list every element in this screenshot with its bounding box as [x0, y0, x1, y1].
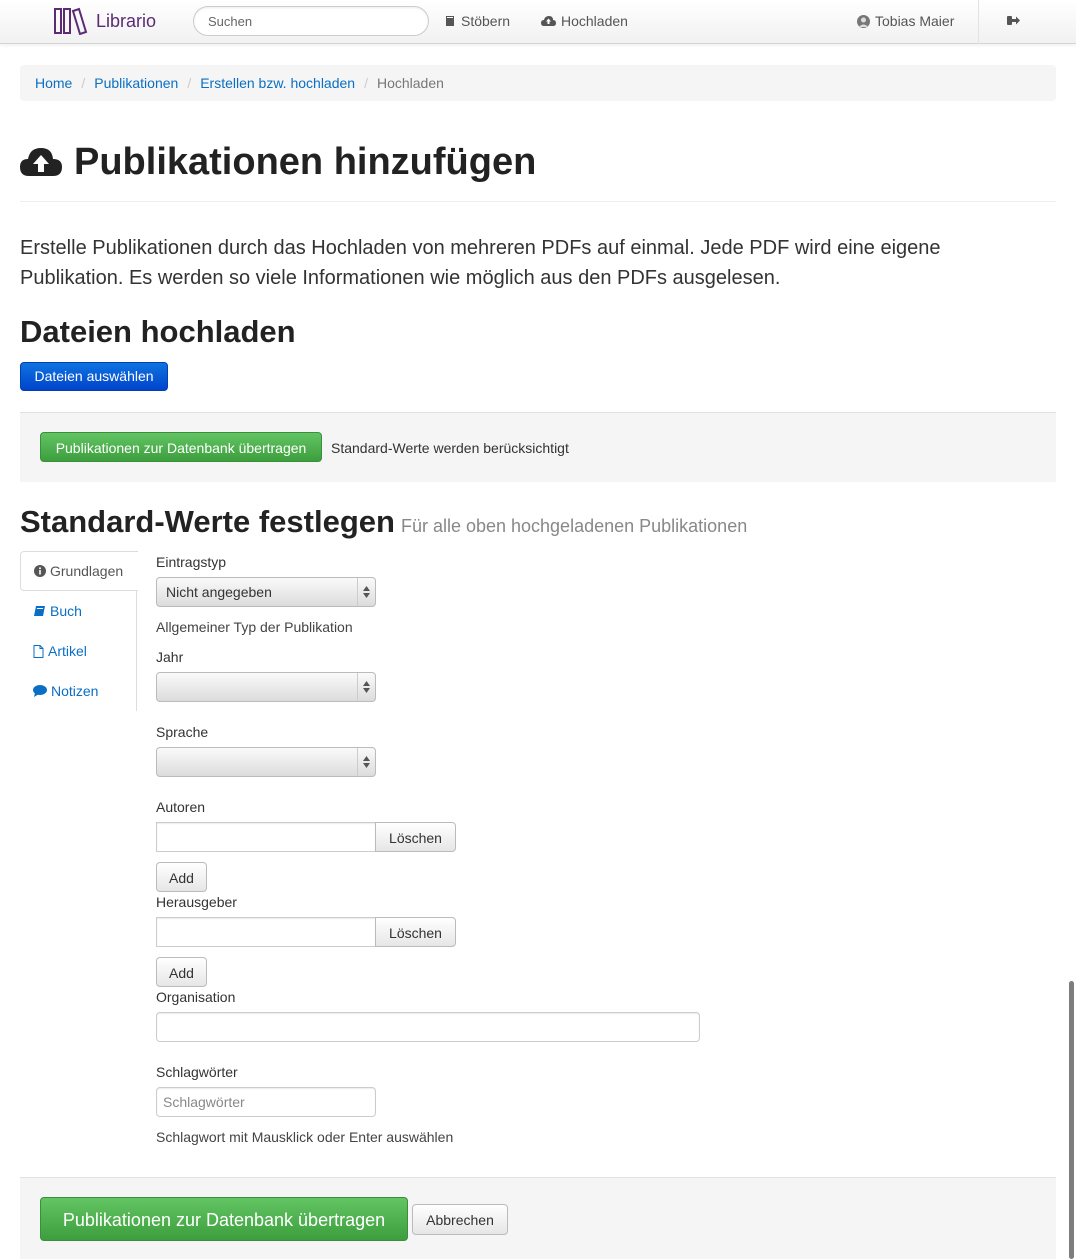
- info-circle-icon: [34, 565, 46, 577]
- entry-type-help: Allgemeiner Typ der Publikation: [156, 619, 353, 635]
- organisation-input[interactable]: [156, 1012, 700, 1042]
- upload-submit-button[interactable]: Publikationen zur Datenbank übertragen: [40, 432, 322, 462]
- language-select[interactable]: [156, 747, 376, 777]
- choose-files-button[interactable]: Dateien auswählen: [20, 362, 168, 391]
- book-icon: [446, 16, 454, 26]
- tab-notizen[interactable]: Notizen: [20, 671, 136, 711]
- authors-add-button[interactable]: Add: [156, 862, 207, 892]
- defaults-tabs: Grundlagen Buch Artikel Notizen: [20, 551, 138, 711]
- select-arrows-icon: [357, 578, 375, 606]
- comment-icon: [33, 685, 47, 697]
- cloud-upload-icon: [541, 16, 556, 26]
- breadcrumb-create[interactable]: Erstellen bzw. hochladen: [200, 75, 355, 91]
- keywords-label: Schlagwörter: [156, 1064, 238, 1080]
- nav-upload-link[interactable]: Hochladen: [541, 13, 628, 29]
- year-select[interactable]: [156, 672, 376, 702]
- breadcrumb-publications[interactable]: Publikationen: [94, 75, 178, 91]
- sign-out-icon: [1007, 16, 1020, 25]
- tab-buch-label: Buch: [50, 603, 82, 619]
- entry-type-select[interactable]: Nicht angegeben: [156, 577, 376, 607]
- tab-artikel[interactable]: Artikel: [20, 631, 136, 671]
- nav-browse-label: Stöbern: [461, 13, 511, 29]
- search-input[interactable]: [193, 6, 429, 36]
- keywords-help: Schlagwort mit Mausklick oder Enter ausw…: [156, 1129, 454, 1145]
- language-label: Sprache: [156, 724, 209, 740]
- user-name: Tobias Maier: [875, 13, 955, 29]
- intro-text: Erstelle Publikationen durch das Hochlad…: [20, 237, 941, 289]
- organisation-label: Organisation: [156, 989, 236, 1005]
- entry-type-value: Nicht angegeben: [166, 584, 272, 600]
- avatar: [857, 14, 870, 28]
- editors-delete-button[interactable]: Löschen: [375, 917, 456, 947]
- tab-grundlagen[interactable]: Grundlagen: [20, 551, 138, 591]
- breadcrumb-separator: /: [81, 75, 86, 91]
- brand-logo[interactable]: Librario: [54, 7, 156, 35]
- authors-input[interactable]: [156, 822, 376, 852]
- logout-button[interactable]: [1007, 15, 1025, 26]
- breadcrumb-current: Hochladen: [376, 75, 444, 91]
- keywords-input[interactable]: [156, 1087, 376, 1117]
- nav-browse-link[interactable]: Stöbern: [444, 13, 510, 29]
- tab-grundlagen-label: Grundlagen: [50, 563, 124, 579]
- authors-delete-button[interactable]: Löschen: [375, 822, 456, 852]
- select-arrows-icon: [357, 673, 375, 701]
- upload-section-title: Dateien hochladen: [20, 314, 296, 349]
- top-navbar: Librario Stöbern Hochladen Tobias Maier: [0, 0, 1076, 44]
- editors-label: Herausgeber: [156, 894, 237, 910]
- breadcrumb-separator: /: [187, 75, 192, 91]
- user-menu[interactable]: Tobias Maier: [857, 13, 954, 29]
- cloud-upload-icon: [20, 148, 62, 176]
- year-label: Jahr: [156, 649, 184, 665]
- entry-type-label: Eintragstyp: [156, 554, 227, 570]
- tab-artikel-label: Artikel: [48, 643, 87, 659]
- cancel-button[interactable]: Abbrechen: [412, 1204, 508, 1235]
- tab-notizen-label: Notizen: [51, 683, 99, 699]
- navbar-divider: [978, 0, 979, 44]
- defaults-title-text: Standard-Werte festlegen: [20, 504, 395, 539]
- page-scrollbar[interactable]: [1069, 981, 1074, 1259]
- select-arrows-icon: [357, 748, 375, 776]
- form-submit-button[interactable]: Publikationen zur Datenbank übertragen: [40, 1197, 408, 1241]
- editors-add-button[interactable]: Add: [156, 957, 207, 987]
- defaults-note: Standard-Werte werden berücksichtigt: [331, 440, 569, 456]
- upload-actions-well: Publikationen zur Datenbank übertragen S…: [20, 412, 1056, 482]
- form-actions: Publikationen zur Datenbank übertragen A…: [20, 1177, 1056, 1259]
- brand-name: Librario: [96, 10, 157, 31]
- editors-input[interactable]: [156, 917, 376, 947]
- breadcrumb: Home / Publikationen / Erstellen bzw. ho…: [20, 65, 1056, 101]
- nav-upload-label: Hochladen: [561, 13, 628, 29]
- library-books-icon: [54, 7, 88, 35]
- breadcrumb-separator: /: [364, 75, 368, 91]
- breadcrumb-home[interactable]: Home: [35, 75, 72, 91]
- defaults-subtitle: Für alle oben hochgeladenen Publikatione…: [400, 516, 748, 536]
- file-icon: [33, 644, 44, 658]
- page-header: Publikationen hinzufügen: [20, 140, 1056, 202]
- defaults-section-title: Standard-Werte festlegen Für alle oben ho…: [20, 504, 747, 540]
- book-icon: [34, 606, 45, 616]
- tab-buch[interactable]: Buch: [20, 591, 136, 631]
- authors-label: Autoren: [156, 799, 206, 815]
- page-title: Publikationen hinzufügen: [74, 141, 537, 183]
